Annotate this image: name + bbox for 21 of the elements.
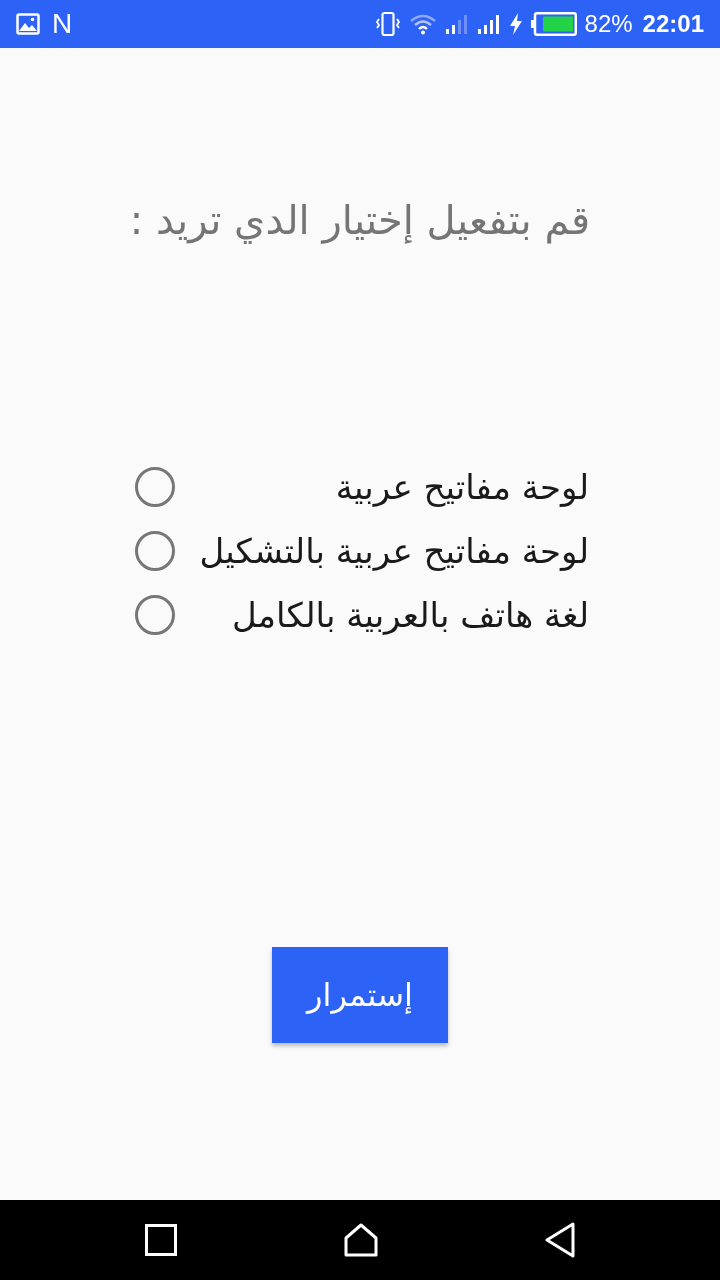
notification-letter: N: [52, 10, 73, 38]
recent-apps-icon[interactable]: [145, 1224, 177, 1256]
continue-button[interactable]: إستمرار: [272, 947, 448, 1043]
home-icon[interactable]: [344, 1223, 378, 1257]
option-label[interactable]: لوحة مفاتيح عربية: [335, 467, 589, 507]
image-icon: [16, 13, 40, 35]
option-label[interactable]: لوحة مفاتيح عربية بالتشكيل: [199, 531, 589, 571]
back-icon[interactable]: [545, 1222, 575, 1258]
battery-percent: 82%: [584, 12, 633, 36]
radio-button[interactable]: [135, 531, 175, 571]
option-label[interactable]: لغة هاتف بالعربية بالكامل: [232, 595, 589, 635]
wifi-icon: [408, 13, 437, 35]
signal-icon: [476, 14, 501, 34]
clock-time: 22:01: [642, 12, 704, 36]
charging-icon: [508, 13, 523, 35]
battery-icon: [530, 12, 577, 36]
signal-icon: [444, 14, 469, 34]
radio-button[interactable]: [135, 595, 175, 635]
radio-button[interactable]: [135, 467, 175, 507]
prompt-text: قم بتفعيل إختيار الدي تريد :: [129, 196, 591, 246]
vibrate-icon: [374, 11, 401, 37]
